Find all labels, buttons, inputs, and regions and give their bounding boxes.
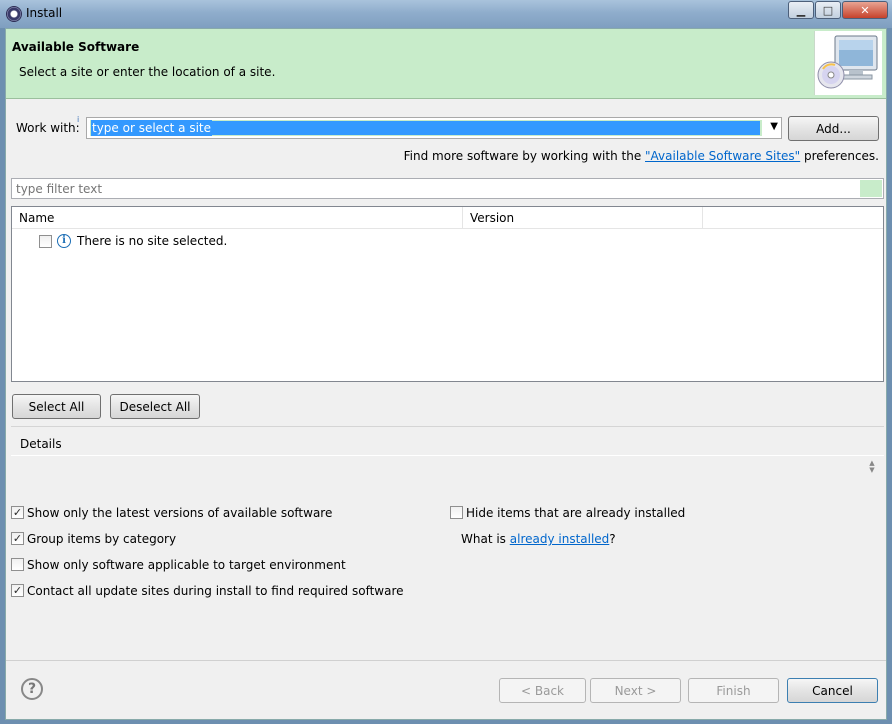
row-name: There is no site selected. [77, 234, 228, 248]
what-is-installed-text: What is already installed? [461, 532, 616, 546]
contact-sites-checkbox[interactable]: ✓ [11, 584, 24, 597]
page-title: Available Software [12, 40, 140, 54]
clear-filter-icon[interactable] [860, 180, 882, 197]
eclipse-app-icon [6, 6, 22, 22]
find-more-suffix: preferences. [800, 149, 879, 163]
site-input-selected-text: type or select a site [91, 120, 213, 136]
minimize-button[interactable]: ▁ [788, 1, 814, 19]
window-title: Install [26, 6, 63, 20]
info-icon: i [57, 234, 71, 248]
details-divider [11, 426, 884, 427]
site-combo-box[interactable]: type or select a site ▼ [86, 117, 782, 139]
hide-installed-checkbox[interactable] [450, 506, 463, 519]
select-all-button[interactable]: Select All [12, 394, 101, 419]
next-button[interactable]: Next > [590, 678, 681, 703]
details-text-area[interactable] [11, 455, 884, 497]
filter-input[interactable] [14, 181, 854, 196]
group-by-category-label: Group items by category [27, 532, 177, 546]
finish-button[interactable]: Finish [688, 678, 779, 703]
find-more-text: Find more software by working with the "… [404, 149, 879, 163]
find-more-prefix: Find more software by working with the [403, 149, 646, 163]
column-header-name[interactable]: Name [12, 207, 463, 229]
show-applicable-label: Show only software applicable to target … [27, 558, 346, 572]
hide-installed-label: Hide items that are already installed [466, 506, 686, 520]
help-icon[interactable]: ? [21, 678, 43, 700]
table-row[interactable]: i There is no site selected. [12, 231, 883, 251]
install-wizard-icon [814, 31, 882, 95]
column-header-version[interactable]: Version [463, 207, 703, 229]
maximize-button[interactable]: □ [815, 1, 841, 19]
already-installed-link[interactable]: already installed [510, 532, 610, 546]
show-applicable-checkbox[interactable] [11, 558, 24, 571]
show-latest-checkbox[interactable]: ✓ [11, 506, 24, 519]
what-is-prefix: What is [461, 532, 510, 546]
group-by-category-checkbox[interactable]: ✓ [11, 532, 24, 545]
software-table[interactable]: Name Version i There is no site selected… [11, 206, 884, 382]
page-description: Select a site or enter the location of a… [19, 65, 276, 79]
footer-divider [6, 660, 886, 661]
show-latest-label: Show only the latest versions of availab… [27, 506, 333, 520]
title-bar [0, 0, 892, 28]
back-button[interactable]: < Back [499, 678, 586, 703]
table-header: Name Version [12, 207, 883, 229]
add-site-button[interactable]: Add... [788, 116, 879, 141]
details-label: Details [20, 437, 62, 451]
row-checkbox[interactable] [39, 235, 52, 248]
deselect-all-button[interactable]: Deselect All [110, 394, 200, 419]
available-software-sites-link[interactable]: "Available Software Sites" [645, 149, 800, 163]
contact-sites-label: Contact all update sites during install … [27, 584, 404, 598]
info-decoration-icon: i [77, 115, 80, 124]
details-scroll-arrows-icon[interactable]: ▲ ▼ [866, 460, 878, 474]
filter-field[interactable] [11, 178, 884, 199]
cancel-button[interactable]: Cancel [787, 678, 878, 703]
work-with-label: Work with: [16, 121, 80, 135]
chevron-down-icon[interactable]: ▼ [770, 121, 778, 132]
what-is-suffix: ? [609, 532, 616, 546]
close-button[interactable]: ✕ [842, 1, 888, 19]
